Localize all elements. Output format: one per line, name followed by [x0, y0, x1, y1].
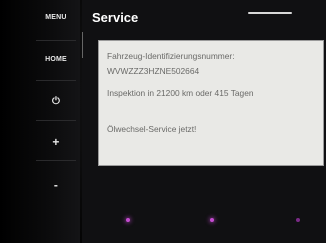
scroll-edge	[82, 32, 86, 58]
divider	[36, 80, 76, 81]
menu-button[interactable]: MENU	[30, 14, 82, 21]
oil-service-notice: Ölwechsel-Service jetzt!	[107, 124, 197, 134]
hardware-button-column: MENU HOME ⏻ + -	[0, 0, 80, 243]
infotainment-display: MENU HOME ⏻ + - Service Fahrzeug-Identif…	[0, 0, 326, 243]
vin-value: WVWZZZ3HZNE502664	[107, 66, 200, 76]
divider	[36, 160, 76, 161]
divider	[36, 40, 76, 41]
vin-label: Fahrzeug-Identifizierungsnummer:	[107, 51, 235, 61]
power-icon: ⏻	[51, 96, 61, 107]
volume-down-button[interactable]: -	[30, 178, 82, 192]
pull-down-handle[interactable]	[248, 12, 292, 14]
divider	[36, 120, 76, 121]
power-button[interactable]: ⏻	[30, 96, 82, 107]
home-button[interactable]: HOME	[30, 56, 82, 63]
page-indicator-dot	[296, 218, 300, 222]
service-info-panel: Fahrzeug-Identifizierungsnummer: WVWZZZ3…	[98, 40, 324, 166]
page-indicator-dot	[126, 218, 130, 222]
volume-up-button[interactable]: +	[30, 135, 82, 149]
page-indicator-dot	[210, 218, 214, 222]
screen: Service Fahrzeug-Identifizierungsnummer:…	[82, 0, 326, 243]
inspection-due: Inspektion in 21200 km oder 415 Tagen	[107, 88, 254, 98]
page-title: Service	[92, 10, 139, 25]
title-bar: Service	[82, 0, 326, 30]
